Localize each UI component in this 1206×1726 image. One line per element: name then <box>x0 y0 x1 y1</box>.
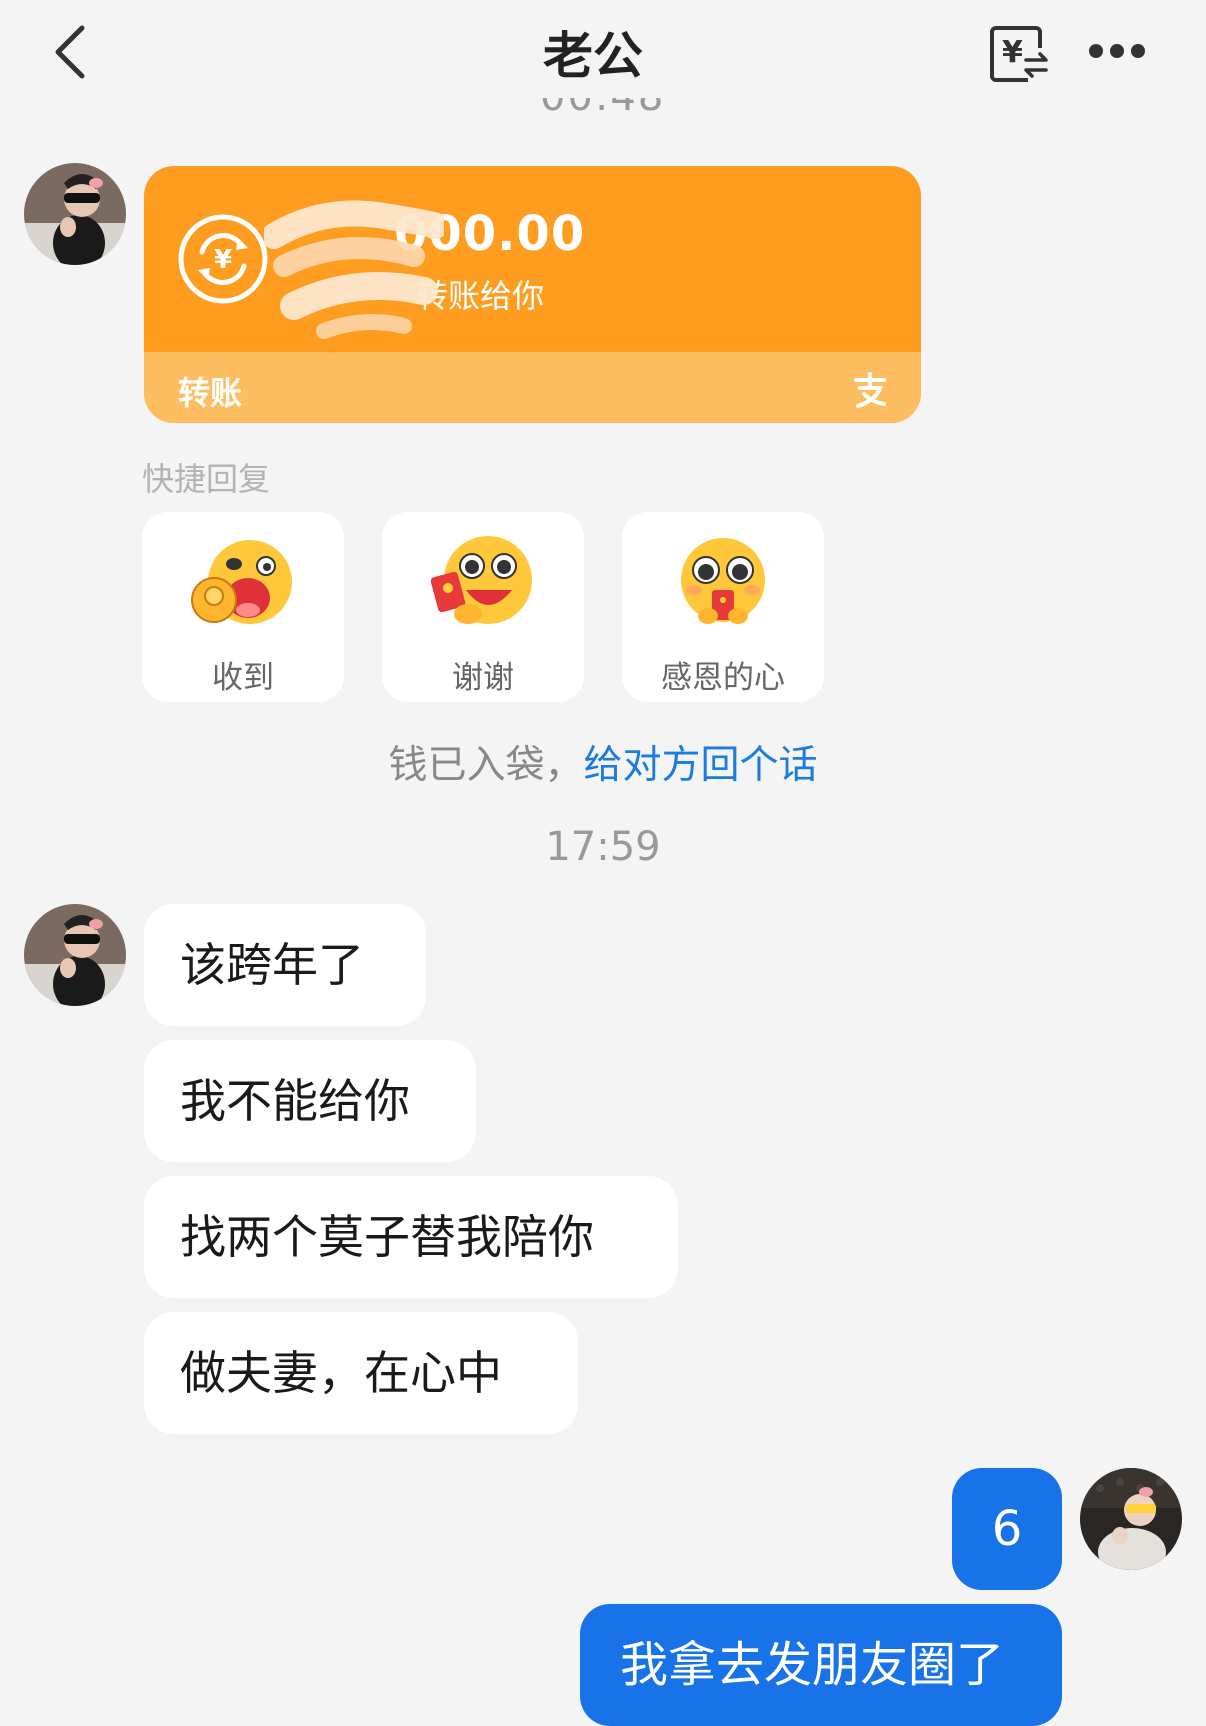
message-bubble[interactable]: 该跨年了 <box>144 904 426 1026</box>
alipay-icon <box>854 372 886 408</box>
quick-reply-label-grateful: 感恩的心 <box>661 660 785 696</box>
red-envelope-emoji-icon <box>430 536 532 624</box>
redaction-scribble <box>264 200 444 339</box>
my-message-bubble[interactable]: 我拿去发朋友圈了 <box>580 1604 1062 1726</box>
contact-avatar[interactable] <box>24 904 126 1006</box>
quick-reply-received[interactable]: 收到 <box>142 512 344 702</box>
ok-hand-emoji-icon <box>191 540 292 624</box>
svg-text:¥: ¥ <box>214 245 232 275</box>
transfer-label: 转账 <box>178 374 243 412</box>
received-notice-text: 钱已入袋， <box>388 743 584 788</box>
my-message-bubble[interactable]: 6 <box>952 1468 1062 1590</box>
yuan-coin-icon: ¥ <box>178 214 268 304</box>
quick-reply-thanks[interactable]: 谢谢 <box>382 512 584 702</box>
reply-link[interactable]: 给对方回个话 <box>584 743 818 788</box>
transfer-card-footer <box>144 352 921 423</box>
quick-reply-label: 快捷回复 <box>142 460 271 498</box>
svg-text:¥: ¥ <box>1002 35 1023 70</box>
yuan-transfer-icon[interactable]: ¥ <box>988 20 1050 84</box>
quick-reply-label-thanks: 谢谢 <box>452 660 514 696</box>
message-bubble[interactable]: 做夫妻，在心中 <box>144 1312 578 1434</box>
transfer-card[interactable]: ¥ 000.00 转账给你 转账 <box>144 166 921 423</box>
partial-timestamp: 00:48 <box>540 98 670 120</box>
received-notice: 钱已入袋，给对方回个话 <box>0 734 1206 790</box>
header-bar: 老公 ¥ 00:48 <box>0 0 1206 120</box>
grateful-emoji-icon <box>681 538 765 624</box>
my-avatar[interactable] <box>1080 1468 1182 1570</box>
ellipsis-icon[interactable] <box>1086 40 1148 62</box>
quick-reply-label-received: 收到 <box>212 660 274 696</box>
message-bubble[interactable]: 我不能给你 <box>144 1040 476 1162</box>
quick-reply-grateful[interactable]: 感恩的心 <box>622 512 824 702</box>
message-bubble[interactable]: 找两个莫子替我陪你 <box>144 1176 678 1298</box>
message-timestamp: 17:59 <box>545 824 661 870</box>
contact-avatar[interactable] <box>24 163 126 265</box>
